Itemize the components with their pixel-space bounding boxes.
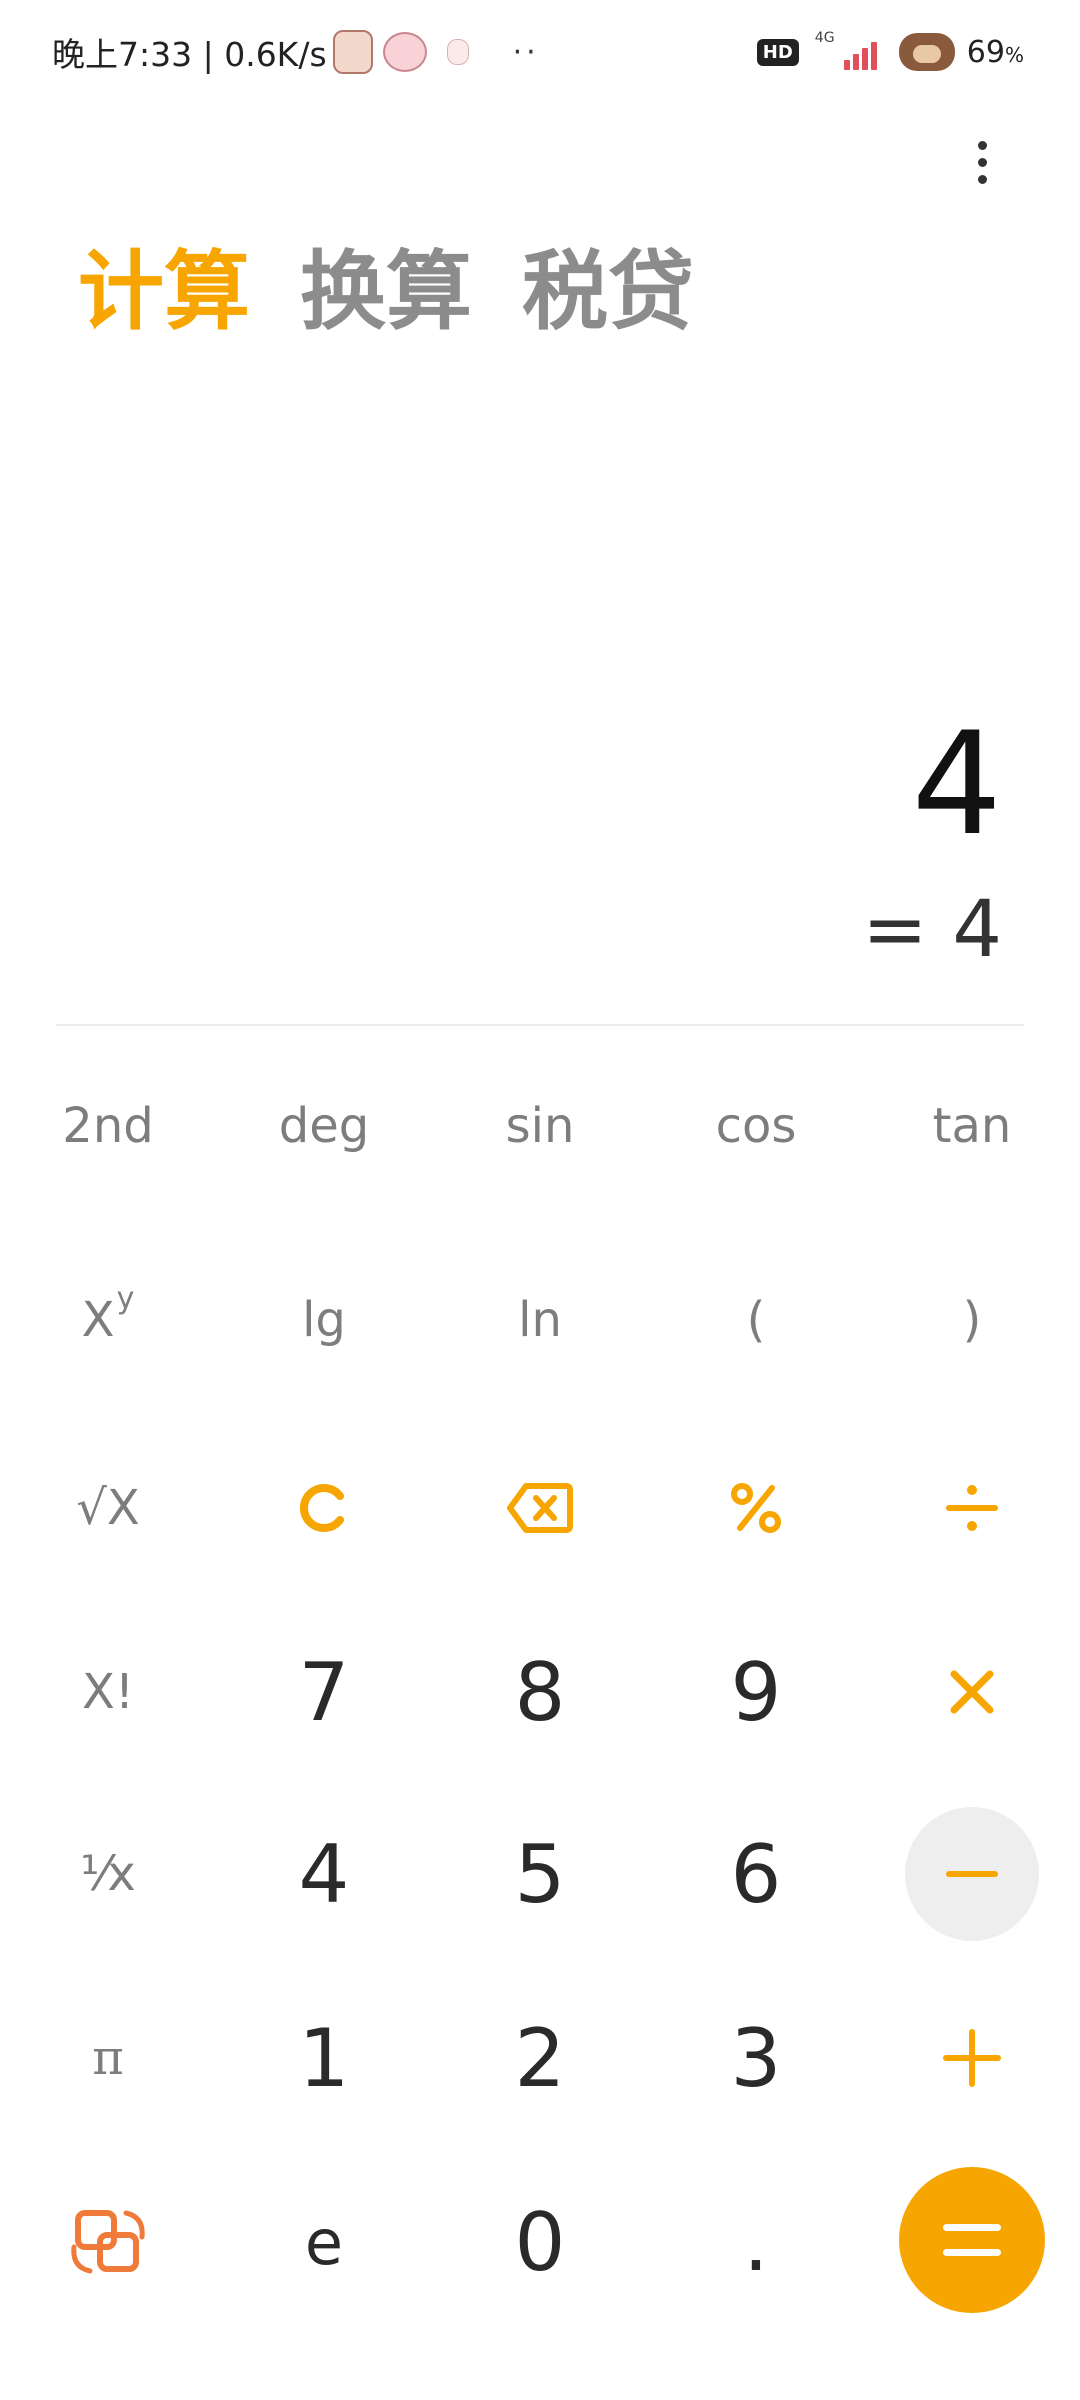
status-left: 晚上7:33 | 0.6K/s ·· — [52, 30, 540, 74]
expression-display: 4 — [911, 702, 1002, 867]
power-exponent: y — [116, 1280, 135, 1316]
tab-tax-loan[interactable]: 税贷 — [522, 236, 694, 348]
pig-sticker-icon — [382, 32, 427, 72]
divide-icon — [946, 1485, 998, 1531]
percent-button[interactable] — [656, 1448, 856, 1568]
cos-button[interactable]: cos — [656, 1066, 856, 1186]
reciprocal-button[interactable]: ¹⁄x — [8, 1814, 208, 1934]
tan-button[interactable]: tan — [872, 1066, 1072, 1186]
bear-battery-icon — [898, 33, 955, 71]
phone-sticker-icon — [332, 30, 373, 74]
clear-icon — [300, 1484, 344, 1532]
deg-button[interactable]: deg — [224, 1066, 424, 1186]
multiply-icon — [950, 1670, 994, 1714]
digit-3-button[interactable]: 3 — [656, 1998, 856, 2118]
battery-value: 69 — [966, 34, 1005, 70]
sin-button[interactable]: sin — [440, 1066, 640, 1186]
plus-button[interactable] — [872, 1998, 1072, 2118]
clear-button[interactable] — [224, 1448, 424, 1568]
sqrt-button[interactable]: √X — [8, 1448, 208, 1568]
switch-mode-icon — [71, 2210, 145, 2274]
digit-6-button[interactable]: 6 — [656, 1814, 856, 1934]
digit-0-button[interactable]: 0 — [440, 2182, 640, 2302]
second-function-button[interactable]: 2nd — [8, 1066, 208, 1186]
network-type: 4G — [814, 30, 835, 46]
backspace-button[interactable] — [440, 1448, 640, 1568]
signal-bars-icon — [843, 42, 877, 70]
power-base: X — [81, 1292, 115, 1348]
backspace-icon — [507, 1483, 573, 1533]
digit-9-button[interactable]: 9 — [656, 1632, 856, 1752]
equals-icon — [943, 2224, 1001, 2256]
small-sticker-icon — [446, 39, 469, 65]
lg-button[interactable]: lg — [224, 1260, 424, 1380]
signal-icon: 4G — [813, 30, 877, 72]
divide-button[interactable] — [872, 1448, 1072, 1568]
minus-icon — [946, 1871, 998, 1877]
status-time-speed: 晚上7:33 | 0.6K/s — [52, 35, 327, 74]
euler-button[interactable]: e — [224, 2182, 424, 2302]
digit-5-button[interactable]: 5 — [440, 1814, 640, 1934]
factorial-button[interactable]: X! — [8, 1632, 208, 1752]
battery-unit: % — [1004, 42, 1024, 67]
result-display: = 4 — [862, 885, 1002, 975]
percent-icon — [731, 1483, 781, 1533]
hd-badge: HD — [756, 38, 799, 66]
tab-calculate[interactable]: 计算 — [78, 236, 250, 348]
pi-button[interactable]: π — [8, 1998, 208, 2118]
display-divider — [56, 1024, 1024, 1026]
ln-button[interactable]: ln — [440, 1260, 640, 1380]
power-button[interactable]: Xy — [8, 1260, 208, 1380]
switch-mode-button[interactable] — [8, 2182, 208, 2302]
plus-icon — [943, 2029, 1001, 2087]
mode-tabs: 计算 换算 税贷 — [78, 236, 694, 348]
status-bar: 晚上7:33 | 0.6K/s ·· HD 4G 69% — [0, 0, 1080, 104]
minus-button[interactable] — [905, 1807, 1039, 1941]
tab-convert[interactable]: 换算 — [300, 236, 472, 348]
close-paren-button[interactable]: ) — [872, 1260, 1072, 1380]
status-right: HD 4G 69% — [756, 30, 1024, 74]
equals-button[interactable] — [899, 2167, 1045, 2313]
digit-1-button[interactable]: 1 — [224, 1998, 424, 2118]
open-paren-button[interactable]: ( — [656, 1260, 856, 1380]
digit-4-button[interactable]: 4 — [224, 1814, 424, 1934]
multiply-button[interactable] — [872, 1632, 1072, 1752]
digit-7-button[interactable]: 7 — [224, 1632, 424, 1752]
digit-8-button[interactable]: 8 — [440, 1632, 640, 1752]
decimal-point-button[interactable]: . — [656, 2182, 856, 2302]
battery-level: 69% — [967, 35, 1024, 70]
more-vertical-icon[interactable] — [956, 128, 1008, 196]
more-notifications-icon: ·· — [512, 34, 540, 70]
digit-2-button[interactable]: 2 — [440, 1998, 640, 2118]
